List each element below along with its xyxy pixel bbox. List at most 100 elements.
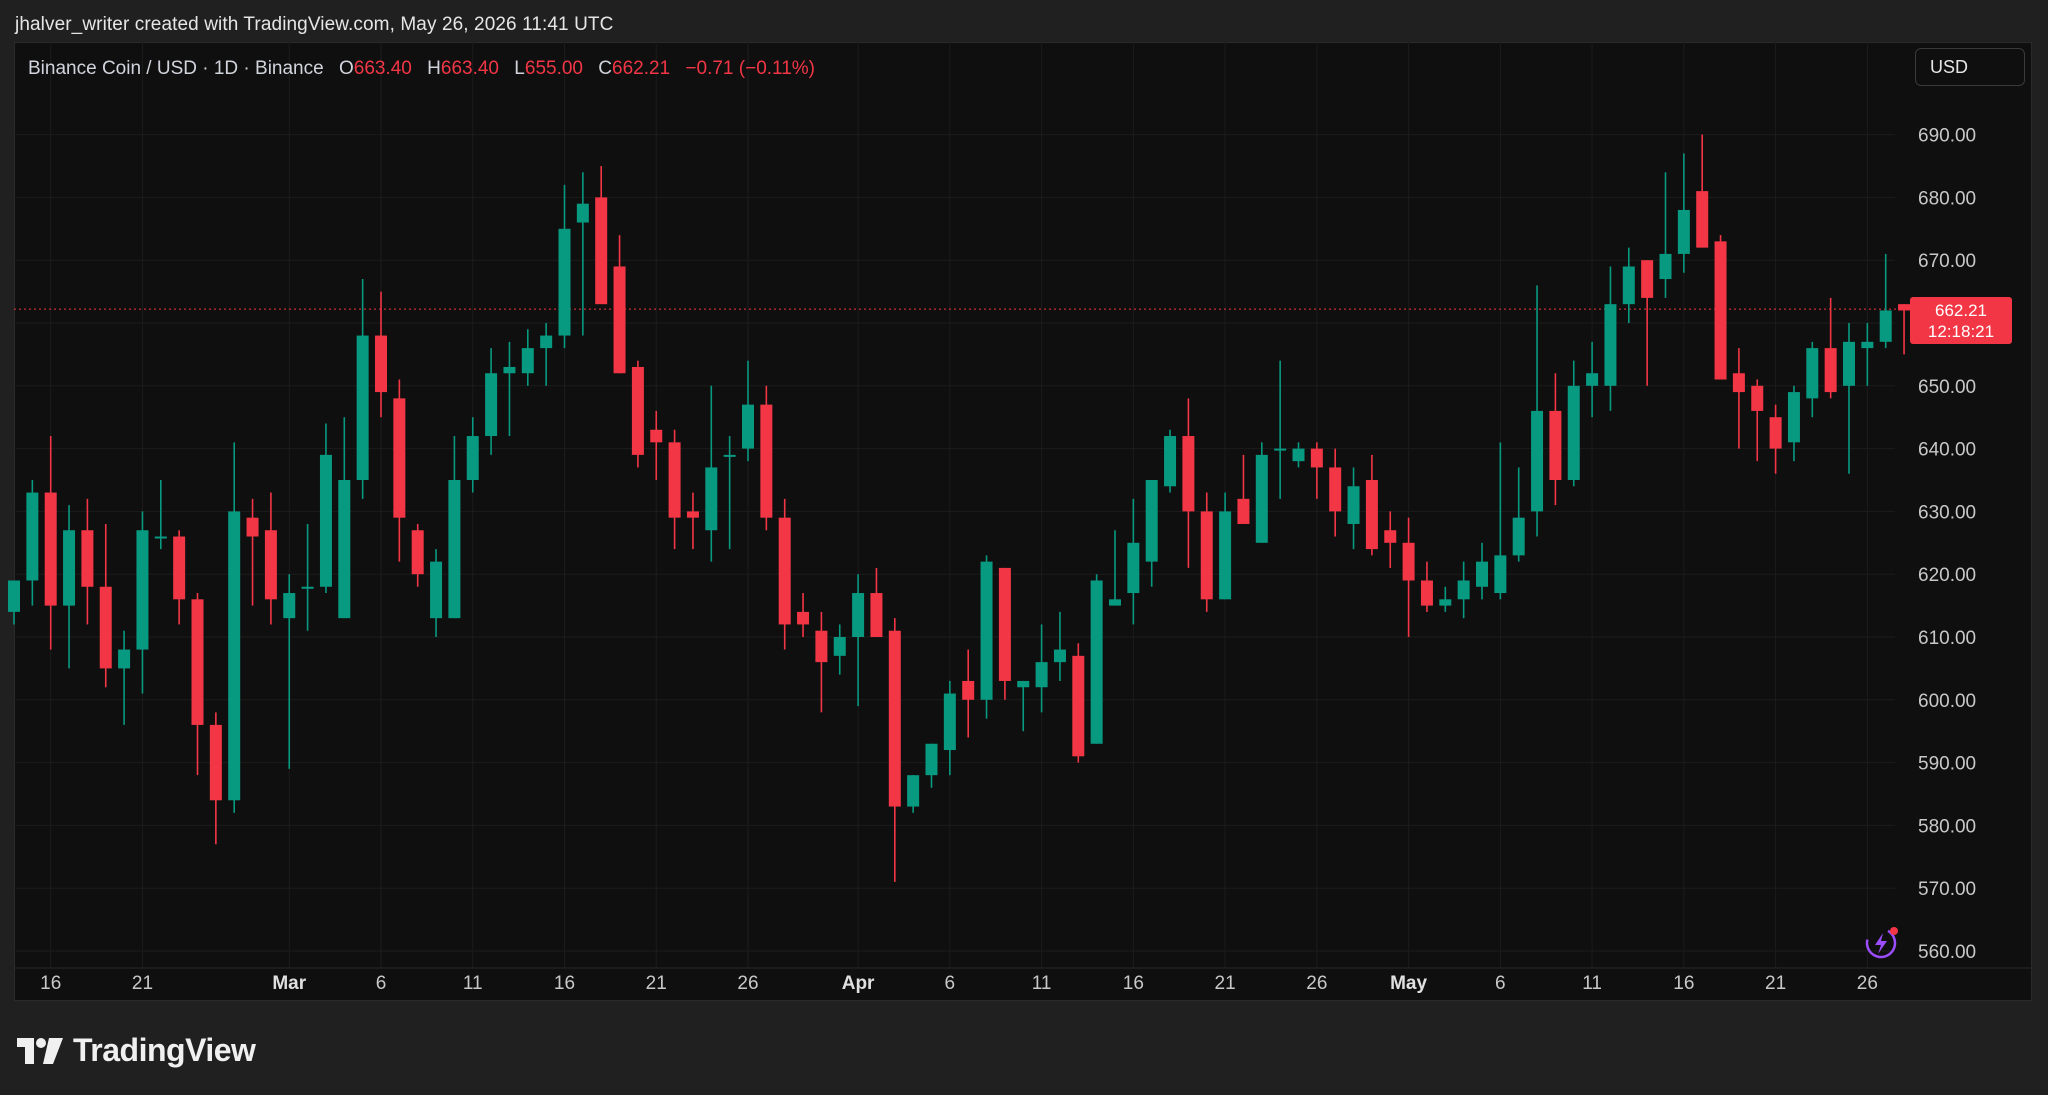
candle-body xyxy=(44,492,57,606)
candle-body xyxy=(99,586,112,669)
candle-body xyxy=(1347,486,1360,524)
candle-body xyxy=(8,580,20,612)
tradingview-logo[interactable]: TradingView xyxy=(17,1032,256,1069)
candle-body xyxy=(1329,467,1342,512)
candle-body xyxy=(1127,542,1140,594)
candle-body xyxy=(686,511,699,518)
candle-body xyxy=(430,561,443,619)
candle-body xyxy=(1365,480,1378,550)
candle-body xyxy=(1072,655,1085,757)
candle-body xyxy=(980,561,993,700)
candle-body xyxy=(1659,253,1672,280)
candle-body xyxy=(650,429,663,443)
candle-body xyxy=(466,436,479,480)
candle-body xyxy=(1274,448,1287,451)
candle-body xyxy=(1512,517,1525,556)
candle-body xyxy=(1219,511,1232,600)
x-tick-label: 21 xyxy=(132,973,153,994)
candle-body xyxy=(870,593,883,637)
candle-body xyxy=(631,366,644,455)
candle-body xyxy=(319,454,332,587)
candle-body xyxy=(668,442,681,518)
x-tick-label: 6 xyxy=(1495,973,1506,994)
candle-body xyxy=(852,593,865,637)
y-tick-label: 690.00 xyxy=(1918,126,1976,147)
candle-body xyxy=(81,530,94,587)
candle-body xyxy=(26,492,39,581)
brand-name: TradingView xyxy=(73,1032,256,1068)
candle-body xyxy=(1439,599,1452,606)
candle-body xyxy=(118,649,131,669)
candle-body xyxy=(1457,580,1470,600)
y-tick-label: 600.00 xyxy=(1918,691,1976,712)
candle-body xyxy=(1053,649,1066,663)
candle-body xyxy=(1641,260,1654,298)
high-value: 663.40 xyxy=(440,58,500,79)
candle-body xyxy=(1586,373,1599,386)
candle-body xyxy=(136,530,149,650)
x-tick-label: 26 xyxy=(737,973,758,994)
candle-body xyxy=(173,536,186,600)
x-tick-label: 6 xyxy=(945,973,956,994)
candle-body xyxy=(962,680,975,700)
x-tick-label: 21 xyxy=(646,973,667,994)
candle-body xyxy=(1806,348,1819,399)
candle-body xyxy=(1145,480,1158,562)
close-label: C xyxy=(598,58,613,79)
y-tick-label: 680.00 xyxy=(1918,188,1976,209)
candle-body xyxy=(411,530,424,575)
candle-body xyxy=(448,480,461,619)
symbol-title[interactable]: Binance Coin / USD · 1D · Binance xyxy=(28,58,324,79)
last-price-tag: 662.21 12:18:21 xyxy=(1910,297,2012,345)
currency-button[interactable]: USD xyxy=(1915,48,2025,86)
candle-body xyxy=(264,530,277,600)
x-tick-label: 11 xyxy=(463,973,483,994)
candle-body xyxy=(356,335,369,480)
candle-body xyxy=(301,586,314,589)
candle-body xyxy=(1879,310,1892,342)
candle-body xyxy=(1751,385,1764,411)
candle-body xyxy=(595,197,608,305)
candle-body xyxy=(393,398,406,518)
open-label: O xyxy=(338,58,354,79)
candlestick-chart[interactable]: 560.00 570.00 580.00 590.00 600.00 610.00 620.… xyxy=(0,0,2048,1095)
candle-body xyxy=(1567,385,1580,480)
candle-body xyxy=(1677,209,1690,254)
candle-body xyxy=(1843,341,1855,386)
candle-body xyxy=(833,637,846,656)
x-tick-label: 21 xyxy=(1765,973,1786,994)
y-tick-label: 570.00 xyxy=(1918,879,1976,900)
candle-body xyxy=(797,611,810,625)
y-tick-label: 610.00 xyxy=(1918,628,1976,649)
candle-body xyxy=(1732,373,1745,393)
candle-body xyxy=(1531,410,1544,512)
bar-countdown: 12:18:21 xyxy=(1927,322,1995,342)
x-tick-label: 11 xyxy=(1032,973,1052,994)
candle-body xyxy=(1255,454,1268,543)
candle-body xyxy=(1237,498,1250,524)
x-tick-label: 16 xyxy=(1123,973,1144,994)
candle-body xyxy=(375,335,387,393)
change-value: −0.71 (−0.11%) xyxy=(685,58,815,79)
x-tick-label: Apr xyxy=(842,973,875,994)
candle-body xyxy=(742,404,754,449)
lightning-alert-icon[interactable] xyxy=(1862,922,1902,967)
candle-body xyxy=(1476,561,1488,587)
candle-body xyxy=(1769,417,1782,449)
candle-body xyxy=(723,454,736,457)
candle-body xyxy=(283,593,296,619)
candle-body xyxy=(228,511,241,801)
candle-body xyxy=(613,266,626,374)
candle-body xyxy=(1109,599,1121,606)
candle-body xyxy=(1549,410,1562,480)
candle-body xyxy=(778,517,791,625)
x-tick-label: 6 xyxy=(376,973,387,994)
candle-body xyxy=(705,467,718,531)
candle-body xyxy=(1420,580,1433,606)
candle-body xyxy=(1714,241,1727,380)
candle-body xyxy=(558,228,571,336)
y-tick-label: 620.00 xyxy=(1918,565,1976,586)
candle-body xyxy=(815,630,828,663)
x-tick-label: 16 xyxy=(554,973,575,994)
candle-body xyxy=(925,743,938,776)
